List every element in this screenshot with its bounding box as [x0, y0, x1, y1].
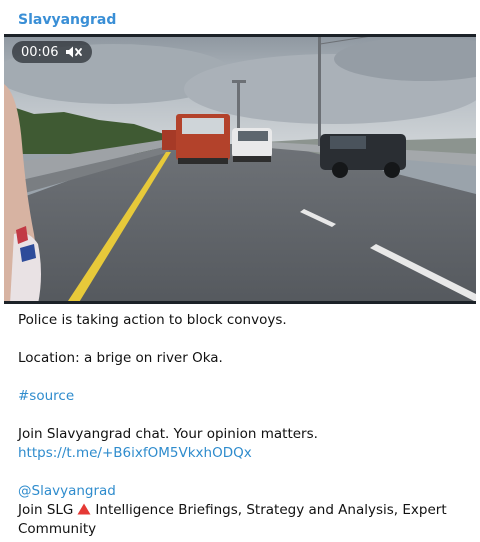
- join-slg-continued: Community: [18, 521, 97, 537]
- video-duration-badge[interactable]: 00:06: [12, 41, 93, 63]
- video-duration: 00:06: [21, 44, 59, 60]
- join-slg-rest: Intelligence Briefings, Strategy and Ana…: [95, 502, 447, 518]
- video-bottom-border: [4, 301, 476, 304]
- video-player[interactable]: 00:06: [4, 34, 476, 304]
- post-line-join-chat: Join Slavyangrad chat. Your opinion matt…: [18, 426, 318, 442]
- video-top-border: [4, 34, 476, 37]
- volume-mute-icon[interactable]: [65, 45, 83, 59]
- hashtag-source-link[interactable]: #source: [18, 388, 74, 404]
- video-frame: [4, 34, 476, 304]
- post-line-location: Location: a brige on river Oka.: [18, 350, 223, 366]
- post-text: Police is taking action to block convoys…: [18, 311, 468, 539]
- chat-invite-link[interactable]: https://t.me/+B6ixfOM5VkxhODQx: [18, 445, 252, 461]
- channel-author-name[interactable]: Slavyangrad: [18, 10, 116, 30]
- post-line-police: Police is taking action to block convoys…: [18, 312, 287, 328]
- channel-post: Slavyangrad 00:06 Police is taking actio…: [0, 0, 480, 542]
- channel-mention-link[interactable]: @Slavyangrad: [18, 483, 116, 499]
- post-line-join-slg: Join SLG Intelligence Briefings, Strategy…: [18, 501, 468, 520]
- red-triangle-icon: [77, 502, 91, 515]
- join-slg-prefix: Join SLG: [18, 502, 74, 518]
